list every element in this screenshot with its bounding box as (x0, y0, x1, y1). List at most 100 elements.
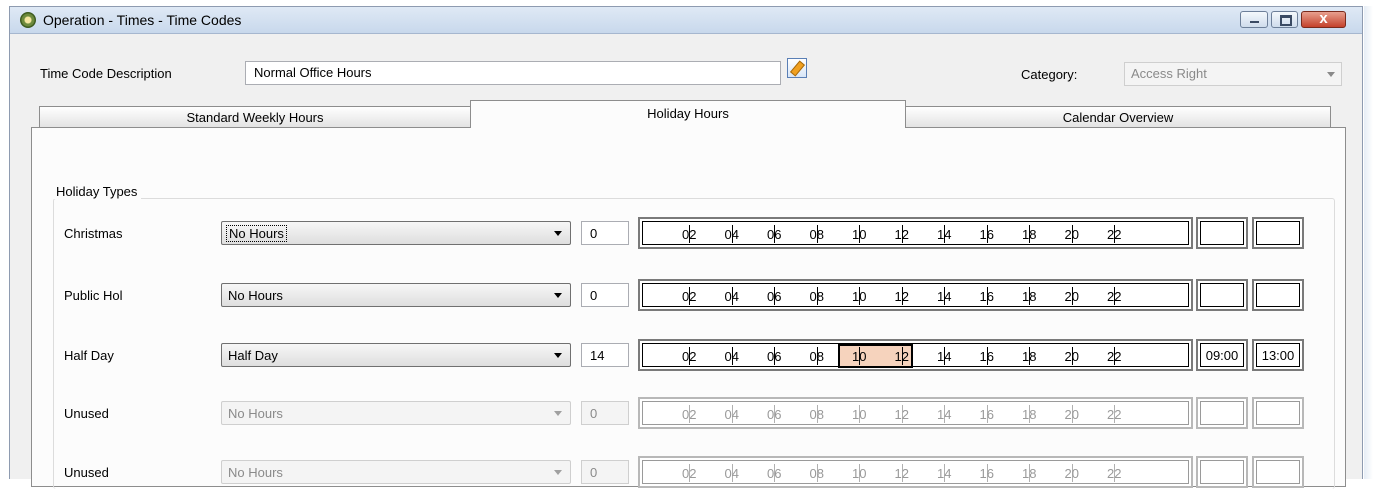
timeline-tick (1029, 464, 1030, 482)
holiday-timeline[interactable]: 02 04 06 08 10 12 14 16 18 20 22 (638, 279, 1193, 311)
holiday-hours-select[interactable]: No Hours (221, 401, 571, 425)
category-value: Access Right (1131, 66, 1207, 81)
close-button[interactable]: x (1301, 10, 1346, 28)
timeline-tick (816, 405, 818, 423)
app-icon (20, 12, 36, 28)
timeline-tick-label: 14 (937, 407, 952, 422)
chevron-down-icon (554, 353, 562, 358)
timeline-tick-label: 02 (682, 289, 697, 304)
window-edge (1364, 6, 1373, 479)
holiday-row-label: Unused (64, 406, 109, 421)
timeline-tick (731, 405, 733, 423)
holiday-hours-select[interactable]: No Hours (221, 283, 571, 307)
timeline-tick (901, 405, 903, 423)
window-title: Operation - Times - Time Codes (43, 12, 242, 28)
timeline-tick (689, 347, 690, 365)
holiday-end-time[interactable] (1252, 456, 1304, 488)
holiday-hours-count[interactable]: 14 (581, 343, 629, 367)
chevron-down-icon (554, 470, 562, 475)
timeline-tick-label: 10 (852, 289, 867, 304)
chevron-down-icon (554, 293, 562, 298)
timeline-tick (944, 464, 945, 482)
holiday-end-time[interactable] (1252, 279, 1304, 311)
time-code-description-input[interactable]: Normal Office Hours (245, 61, 781, 85)
timeline-tick (1114, 287, 1115, 305)
timeline-tick-label: 12 (894, 407, 909, 422)
timeline-tick (1029, 405, 1030, 423)
timeline-tick (944, 287, 945, 305)
tab-holiday-hours[interactable]: Holiday Hours (470, 100, 906, 128)
timeline-tick (901, 347, 903, 365)
timeline-tick (986, 464, 988, 482)
timeline-tick-label: 12 (894, 227, 909, 242)
timeline-tick-label: 12 (894, 349, 909, 364)
tab-strip: Standard Weekly Hours Holiday Hours Cale… (31, 100, 1331, 128)
timeline-tick-label: 16 (979, 349, 994, 364)
title-bar[interactable]: Operation - Times - Time Codes x (10, 7, 1362, 34)
timeline-tick-label: 08 (809, 349, 824, 364)
holiday-hours-select[interactable]: Half Day (221, 343, 571, 367)
timeline-tick (774, 464, 775, 482)
chevron-down-icon (554, 231, 562, 236)
holiday-row-label: Unused (64, 465, 109, 480)
holiday-end-time[interactable] (1252, 397, 1304, 429)
time-code-description-label: Time Code Description (40, 66, 172, 81)
chevron-down-icon (554, 411, 562, 416)
close-icon: x (1319, 10, 1328, 27)
timeline-tick (859, 287, 860, 305)
timeline-tick (1029, 225, 1030, 243)
timeline-tick (1071, 347, 1073, 365)
holiday-start-time[interactable] (1196, 279, 1248, 311)
holiday-timeline[interactable]: 02 04 06 08 10 12 14 16 18 20 22 (638, 217, 1193, 249)
timeline-tick-label: 08 (809, 227, 824, 242)
timeline-tick (689, 405, 690, 423)
timeline-tick-label: 20 (1064, 289, 1079, 304)
timeline-tick (901, 464, 903, 482)
holiday-hours-count[interactable]: 0 (581, 221, 629, 245)
tab-calendar-overview[interactable]: Calendar Overview (905, 106, 1331, 127)
timeline-tick-label: 14 (937, 289, 952, 304)
timeline-tick (1029, 347, 1030, 365)
timeline-tick-label: 02 (682, 349, 697, 364)
timeline-tick-label: 06 (767, 407, 782, 422)
holiday-end-time[interactable] (1252, 217, 1304, 249)
holiday-end-time[interactable]: 13:00 (1252, 339, 1304, 371)
holiday-hours-count[interactable]: 0 (581, 401, 629, 425)
minimize-button[interactable] (1240, 11, 1268, 28)
timeline-tick-label: 10 (852, 349, 867, 364)
holiday-end-time-value: 13:00 (1261, 348, 1295, 363)
holiday-timeline[interactable]: 02 04 06 08 10 12 14 16 18 20 22 (638, 397, 1193, 429)
holiday-start-time[interactable]: 09:00 (1196, 339, 1248, 371)
timeline-tick-label: 04 (724, 227, 739, 242)
timeline-tick-label: 20 (1064, 407, 1079, 422)
holiday-hours-count[interactable]: 0 (581, 460, 629, 484)
category-select[interactable]: Access Right (1124, 62, 1342, 86)
timeline-tick (1071, 464, 1073, 482)
timeline-tick (859, 225, 860, 243)
timeline-tick-label: 06 (767, 227, 782, 242)
edit-icon[interactable] (787, 58, 807, 78)
holiday-timeline[interactable]: 02 04 06 08 10 12 14 16 18 20 22 (638, 456, 1193, 488)
timeline-tick-label: 20 (1064, 349, 1079, 364)
timeline-tick (944, 405, 945, 423)
timeline-tick (816, 347, 818, 365)
chevron-down-icon (1327, 72, 1335, 77)
holiday-start-time[interactable] (1196, 217, 1248, 249)
timeline-tick-label: 18 (1022, 289, 1037, 304)
timeline-tick (774, 347, 775, 365)
holiday-start-time[interactable] (1196, 456, 1248, 488)
holiday-hours-count[interactable]: 0 (581, 283, 629, 307)
timeline-tick (731, 225, 733, 243)
timeline-tick-label: 14 (937, 349, 952, 364)
timeline-tick (774, 225, 775, 243)
holiday-start-time[interactable] (1196, 397, 1248, 429)
maximize-button[interactable] (1271, 11, 1298, 28)
tab-standard-weekly-hours[interactable]: Standard Weekly Hours (39, 106, 471, 127)
holiday-timeline[interactable]: 02 04 06 08 10 12 14 16 18 20 22 (638, 339, 1193, 371)
timeline-tick-label: 10 (852, 227, 867, 242)
holiday-hours-select[interactable]: No Hours (221, 460, 571, 484)
holiday-hours-select[interactable]: No Hours (221, 221, 571, 245)
timeline-tick-label: 12 (894, 289, 909, 304)
timeline-tick (1114, 347, 1115, 365)
timeline-tick-label: 16 (979, 227, 994, 242)
